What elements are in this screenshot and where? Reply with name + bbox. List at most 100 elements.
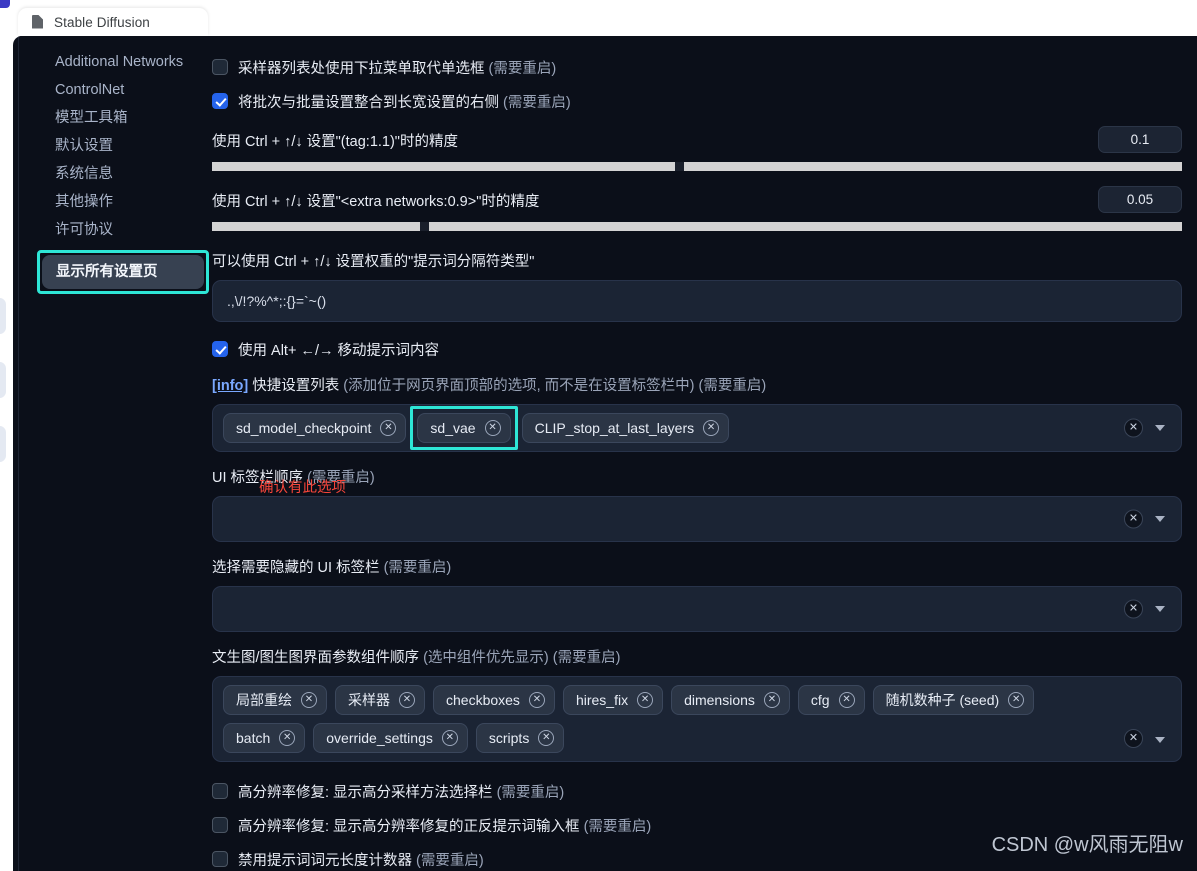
quicksettings-multiselect[interactable]: sd_model_checkpoint ✕ sd_vae ✕ CLIP_stop… [212,404,1182,452]
extra-networks-precision-value[interactable]: 0.05 [1098,186,1182,213]
chevron-down-icon[interactable] [1155,425,1165,431]
tag-precision-slider-thumb[interactable] [675,162,684,171]
browser-chrome: Stable Diffusion [0,0,1197,36]
setting-quicksettings: [info] 快捷设置列表 (添加位于网页界面顶部的选项, 而不是在设置标签栏中… [212,374,1182,452]
setting-quicksettings-label: [info] 快捷设置列表 (添加位于网页界面顶部的选项, 而不是在设置标签栏中… [212,378,767,394]
separator-input[interactable]: .,\/!?%^*;:{}=`~() [212,280,1182,322]
checkbox-alt-move[interactable] [212,341,228,357]
chip-remove-icon[interactable]: ✕ [301,692,317,708]
chevron-down-icon[interactable] [1155,606,1165,612]
chevron-down-icon[interactable] [1155,516,1165,522]
sidebar-item-license[interactable]: 许可协议 [41,216,213,244]
chip-remove-icon[interactable]: ✕ [528,692,545,708]
chip-batch[interactable]: batch ✕ [223,723,306,753]
chip-remove-icon[interactable]: ✕ [838,692,855,708]
checkbox-hires-sampler[interactable] [212,783,228,799]
restart-note: (需要重启) [416,852,484,869]
clear-all-icon[interactable]: ✕ [1124,599,1143,619]
chip-remove-icon[interactable]: ✕ [637,692,654,708]
chip-label: scripts [488,730,530,746]
chip-remove-icon[interactable]: ✕ [279,730,296,746]
settings-sidebar: Additional Networks ControlNet 模型工具箱 默认设… [37,48,213,294]
chip-remove-icon[interactable]: ✕ [380,420,397,436]
edge-stub-2[interactable] [0,362,6,398]
restart-note: (需要重启) [383,560,452,576]
setting-separator-label: 可以使用 Ctrl + ↑/↓ 设置权重的"提示词分隔符类型" [212,254,535,270]
checkbox-hires-prompt[interactable] [212,817,228,833]
clear-all-icon[interactable]: ✕ [1124,729,1143,748]
setting-hires-sampler-label: 高分辨率修复: 显示高分采样方法选择栏 (需要重启) [238,784,565,801]
clear-all-icon[interactable]: ✕ [1124,418,1143,438]
setting-component-order-desc: (选中组件优先显示) [423,650,549,666]
restart-note: (需要重启) [552,650,621,666]
tag-precision-slider-track[interactable] [212,162,1182,171]
edge-stub-1[interactable] [0,298,6,334]
checkbox-disable-token-counter[interactable] [212,851,228,867]
chip-remove-icon[interactable]: ✕ [484,420,501,436]
setting-hires-prompt[interactable]: 高分辨率修复: 显示高分辨率修复的正反提示词输入框 (需要重启) [212,812,1182,838]
chip-dimensions[interactable]: dimensions ✕ [671,685,790,715]
checkbox-sampler-dropdown[interactable] [212,59,228,75]
checkbox-batch-merge[interactable] [212,93,228,109]
chip-override-settings[interactable]: override_settings ✕ [313,723,468,753]
settings-page: Additional Networks ControlNet 模型工具箱 默认设… [18,36,1197,871]
extra-networks-precision-slider-track[interactable] [212,222,1182,231]
restart-note: (需要重启) [583,818,652,835]
chip-remove-icon[interactable]: ✕ [703,420,720,436]
chip-sampler[interactable]: 采样器 ✕ [335,685,425,715]
browser-tab-stable-diffusion[interactable]: Stable Diffusion [18,8,208,36]
setting-disable-token-counter[interactable]: 禁用提示词词元长度计数器 (需要重启) [212,846,1182,871]
sidebar-item-additional-networks[interactable]: Additional Networks [41,48,213,76]
sidebar-item-default-settings[interactable]: 默认设置 [41,132,213,160]
setting-quicksettings-desc: (添加位于网页界面顶部的选项, 而不是在设置标签栏中) [343,378,695,394]
chip-seed[interactable]: 随机数种子 (seed) ✕ [872,685,1035,715]
setting-disable-token-counter-label: 禁用提示词词元长度计数器 (需要重启) [238,852,484,869]
info-link[interactable]: [info] [212,378,248,394]
chip-checkboxes[interactable]: checkboxes ✕ [433,685,555,715]
chip-label: batch [236,730,271,746]
setting-separator: 可以使用 Ctrl + ↑/↓ 设置权重的"提示词分隔符类型" .,\/!?%^… [212,250,1182,322]
chip-remove-icon[interactable]: ✕ [763,692,780,708]
chip-sd-model-checkpoint[interactable]: sd_model_checkpoint ✕ [223,413,407,443]
setting-alt-move[interactable]: 使用 Alt+ ←/→ 移动提示词内容 [212,336,1182,362]
chip-sd-vae[interactable]: sd_vae ✕ [417,413,511,443]
edge-stub-3[interactable] [0,426,6,462]
setting-sampler-dropdown[interactable]: 采样器列表处使用下拉菜单取代单选框 (需要重启) [212,54,1182,80]
setting-batch-merge[interactable]: 将批次与批量设置整合到长宽设置的右侧 (需要重启) [212,88,1182,114]
settings-content: 采样器列表处使用下拉菜单取代单选框 (需要重启) 将批次与批量设置整合到长宽设置… [212,48,1182,871]
setting-sampler-dropdown-label: 采样器列表处使用下拉菜单取代单选框 (需要重启) [238,60,557,77]
extra-networks-precision-slider-thumb[interactable] [420,222,429,231]
chip-hires-fix[interactable]: hires_fix ✕ [562,685,664,715]
chip-cfg[interactable]: cfg ✕ [797,685,865,715]
chip-clip-stop-at-last-layers[interactable]: CLIP_stop_at_last_layers ✕ [521,413,730,443]
restart-note: (需要重启) [496,784,565,801]
screenshot-root: Stable Diffusion Additional Networks Con… [0,0,1197,871]
sidebar-item-system-info[interactable]: 系统信息 [41,160,213,188]
chip-remove-icon[interactable]: ✕ [1008,692,1025,708]
sidebar-item-model-toolbox[interactable]: 模型工具箱 [41,104,213,132]
chip-inpaint[interactable]: 局部重绘 ✕ [223,685,327,715]
chevron-down-icon[interactable] [1155,737,1165,743]
setting-ui-tab-order-label: UI 标签栏顺序 (需要重启) [212,470,375,486]
sidebar-item-show-all-pages[interactable]: 显示所有设置页 [42,255,204,289]
sidebar-item-other-actions[interactable]: 其他操作 [41,188,213,216]
ui-hidden-tabs-multiselect[interactable]: ✕ [212,586,1182,632]
tag-precision-value[interactable]: 0.1 [1098,126,1182,153]
ui-tab-order-multiselect[interactable]: ✕ [212,496,1182,542]
chip-remove-icon[interactable]: ✕ [399,692,415,708]
sidebar-item-controlnet[interactable]: ControlNet [41,76,213,104]
component-order-multiselect[interactable]: 局部重绘 ✕ 采样器 ✕ checkboxes ✕ hires_fix ✕ dimens… [212,676,1182,762]
chip-label: hires_fix [575,692,629,708]
setting-ui-hidden-tabs: 选择需要隐藏的 UI 标签栏 (需要重启) ✕ [212,556,1182,632]
clear-all-icon[interactable]: ✕ [1124,509,1143,529]
setting-tag-precision: 使用 Ctrl + ↑/↓ 设置"(tag:1.1)"时的精度 0.1 [212,126,1182,186]
chip-remove-icon[interactable]: ✕ [538,730,555,746]
setting-component-order: 文生图/图生图界面参数组件顺序 (选中组件优先显示) (需要重启) 局部重绘 ✕ … [212,646,1182,762]
chip-remove-icon[interactable]: ✕ [441,730,458,746]
chip-label: 采样器 [348,692,390,708]
setting-ui-hidden-tabs-label: 选择需要隐藏的 UI 标签栏 (需要重启) [212,560,452,576]
chip-highlight-box: sd_vae ✕ [410,406,518,450]
setting-hires-sampler[interactable]: 高分辨率修复: 显示高分采样方法选择栏 (需要重启) [212,778,1182,804]
annotation-confirm-option: 确认有此选项 [259,480,346,496]
chip-scripts[interactable]: scripts ✕ [475,723,565,753]
